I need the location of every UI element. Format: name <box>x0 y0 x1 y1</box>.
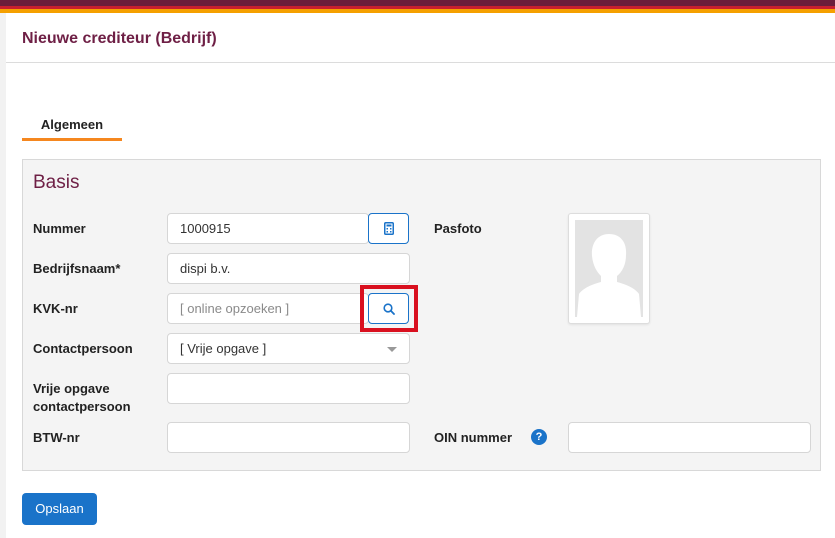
left-edge <box>0 13 6 538</box>
nummer-input[interactable]: 1000915 <box>167 213 369 244</box>
calculator-icon <box>383 222 394 235</box>
btw-label: BTW-nr <box>33 430 80 445</box>
calculate-number-button[interactable] <box>368 213 409 244</box>
vrije-opgave-input[interactable] <box>167 373 410 404</box>
page-title: Nieuwe crediteur (Bedrijf) <box>22 30 217 47</box>
pasfoto-label: Pasfoto <box>434 221 482 236</box>
tab-algemeen[interactable]: Algemeen <box>22 117 122 141</box>
section-title: Basis <box>33 172 80 193</box>
contactpersoon-label: Contactpersoon <box>33 341 133 356</box>
chevron-down-icon <box>387 347 397 352</box>
oin-input[interactable] <box>568 422 811 453</box>
pasfoto-image[interactable] <box>568 213 650 324</box>
active-tab-indicator <box>22 138 122 141</box>
contactpersoon-selected: [ Vrije opgave ] <box>180 341 267 356</box>
vrije-opgave-label-line2: contactpersoon <box>33 399 131 414</box>
tab-label: Algemeen <box>40 117 104 132</box>
bedrijfsnaam-input[interactable]: dispi b.v. <box>167 253 410 284</box>
vrije-opgave-label-line1: Vrije opgave <box>33 381 110 396</box>
nummer-label: Nummer <box>33 221 86 236</box>
save-button[interactable]: Opslaan <box>22 493 97 525</box>
kvk-label: KVK-nr <box>33 301 78 316</box>
contactpersoon-select[interactable]: [ Vrije opgave ] <box>167 333 410 364</box>
oin-label: OIN nummer <box>434 430 513 445</box>
btw-input[interactable] <box>167 422 410 453</box>
kvk-input[interactable]: [ online opzoeken ] <box>167 293 369 324</box>
page-header: Nieuwe crediteur (Bedrijf) <box>6 13 835 63</box>
brand-stripe <box>0 0 835 13</box>
person-silhouette-icon <box>577 234 641 317</box>
bedrijfsnaam-label: Bedrijfsnaam* <box>33 261 121 276</box>
help-icon[interactable]: ? <box>531 429 547 445</box>
highlight-box <box>360 285 418 332</box>
